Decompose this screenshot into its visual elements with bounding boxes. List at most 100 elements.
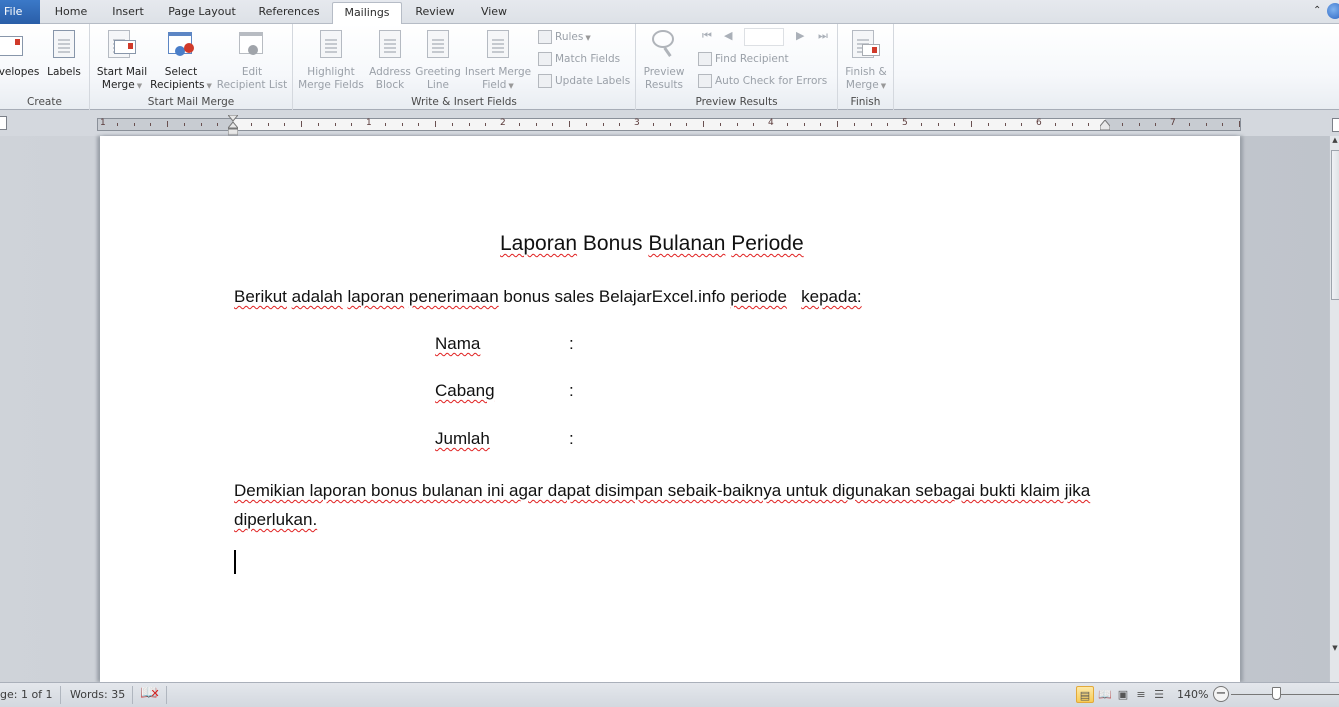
document-area: Laporan Bonus Bulanan Periode Berikut ad… xyxy=(0,136,1329,682)
address-label-1: Address xyxy=(369,66,411,78)
envelopes-label: velopes xyxy=(0,66,40,78)
draft-view-button[interactable]: ☰ xyxy=(1150,686,1168,703)
ruler-tick xyxy=(317,123,319,126)
word-count[interactable]: Words: 35 xyxy=(70,688,125,701)
minimize-ribbon-icon[interactable]: ⌃ xyxy=(1313,5,1325,17)
find-recipient-icon xyxy=(698,52,712,66)
find-recipient-label: Find Recipient xyxy=(715,53,789,65)
view-ruler-button[interactable] xyxy=(1332,118,1339,132)
next-record-icon[interactable]: ▶ xyxy=(796,29,804,42)
tab-selector-button[interactable] xyxy=(0,116,7,130)
finish-merge-button[interactable]: Finish & Merge ▼ xyxy=(840,28,892,93)
rules-button[interactable]: Rules ▼ xyxy=(538,28,591,46)
document-page[interactable]: Laporan Bonus Bulanan Periode Berikut ad… xyxy=(100,136,1240,682)
mailings-ribbon: velopes Labels Create Start Mail Merge ▼ … xyxy=(0,24,1339,110)
ruler-tick xyxy=(954,123,956,126)
ruler-tick xyxy=(719,123,721,126)
edit-recipient-list-button[interactable]: Edit Recipient List xyxy=(214,28,290,92)
finish-merge-icon xyxy=(850,28,882,60)
outline-view-button[interactable]: ≡ xyxy=(1132,686,1150,703)
record-number-input[interactable] xyxy=(744,28,784,46)
intro-word: adalah xyxy=(291,287,343,306)
insert-merge-field-icon xyxy=(482,28,514,60)
scroll-down-icon[interactable]: ▼ xyxy=(1330,644,1339,656)
ruler-tick xyxy=(1121,123,1123,126)
auto-check-errors-button[interactable]: Auto Check for Errors xyxy=(698,72,827,90)
tab-view[interactable]: View xyxy=(472,2,516,24)
dropdown-arrow-icon: ▼ xyxy=(880,82,887,90)
tab-file[interactable]: File xyxy=(0,0,40,24)
ruler-label: 6 xyxy=(1036,118,1042,128)
help-icon[interactable] xyxy=(1327,3,1339,19)
mail-merge-icon xyxy=(106,28,138,60)
ruler-tick xyxy=(384,123,386,126)
edit-recipient-list-label-2: Recipient List xyxy=(216,79,288,91)
ruler-tick xyxy=(250,123,252,126)
zoom-slider-track[interactable] xyxy=(1231,694,1339,695)
labels-label: Labels xyxy=(47,66,81,78)
tab-mailings[interactable]: Mailings xyxy=(332,2,402,25)
group-preview-results: Preview Results ⏮ ◀ ▶ ⏭ Find Recipient A… xyxy=(636,24,838,110)
previous-record-icon[interactable]: ◀ xyxy=(724,29,732,42)
ruler-tick xyxy=(1239,121,1240,127)
ruler-label: 2 xyxy=(500,118,506,128)
greeting-line-button[interactable]: Greeting Line xyxy=(413,28,463,92)
preview-results-button[interactable]: Preview Results xyxy=(638,28,690,92)
ruler-tick xyxy=(267,123,269,126)
vertical-scrollbar[interactable]: ▲ ▼ xyxy=(1329,136,1339,682)
page-count[interactable]: ge: 1 of 1 xyxy=(0,688,53,701)
status-bar: ge: 1 of 1 Words: 35 📖✕ ▤ 📖 ▣ ≡ ☰ 140% − xyxy=(0,682,1339,707)
ruler-tick xyxy=(703,121,704,127)
ruler-tick xyxy=(535,123,537,126)
select-recipients-button[interactable]: Select Recipients ▼ xyxy=(148,28,214,93)
ruler-tick xyxy=(585,123,587,126)
insert-merge-field-button[interactable]: Insert Merge Field ▼ xyxy=(463,28,533,93)
zoom-out-icon[interactable]: − xyxy=(1213,686,1229,702)
ruler-tick xyxy=(971,121,972,127)
find-recipient-button[interactable]: Find Recipient xyxy=(698,50,789,68)
tab-review[interactable]: Review xyxy=(408,2,462,24)
field-separator: : xyxy=(569,429,574,448)
first-line-indent-marker[interactable] xyxy=(228,115,238,137)
ruler-tick xyxy=(820,123,822,126)
update-labels-button[interactable]: Update Labels xyxy=(538,72,630,90)
group-write-insert-fields: Highlight Merge Fields Address Block Gre… xyxy=(293,24,636,110)
scroll-up-icon[interactable]: ▲ xyxy=(1330,136,1339,148)
intro-word: Berikut xyxy=(234,287,287,306)
first-record-icon[interactable]: ⏮ xyxy=(702,29,712,43)
last-record-icon[interactable]: ⏭ xyxy=(818,29,828,43)
ruler-tick xyxy=(284,123,286,126)
tab-insert[interactable]: Insert xyxy=(104,2,152,24)
labels-button[interactable]: Labels xyxy=(44,28,84,79)
greeting-label-1: Greeting xyxy=(415,66,461,78)
scrollbar-thumb[interactable] xyxy=(1331,150,1339,300)
ruler-tick xyxy=(1155,123,1157,126)
ruler-tick xyxy=(167,121,168,127)
address-block-button[interactable]: Address Block xyxy=(367,28,413,92)
ruler-label: 7 xyxy=(1170,118,1176,128)
start-mail-merge-button[interactable]: Start Mail Merge ▼ xyxy=(94,28,150,93)
greeting-line-icon xyxy=(422,28,454,60)
zoom-slider-thumb[interactable] xyxy=(1272,687,1281,700)
intro-word: periode xyxy=(730,287,787,306)
ruler-tick xyxy=(853,123,855,126)
ruler-tick xyxy=(1004,123,1006,126)
envelopes-button[interactable]: velopes xyxy=(0,28,42,79)
proofing-errors-icon[interactable]: 📖✕ xyxy=(140,685,160,701)
match-fields-button[interactable]: Match Fields xyxy=(538,50,620,68)
select-recipients-label-2: Recipients xyxy=(150,79,205,91)
tab-home[interactable]: Home xyxy=(48,2,94,24)
full-screen-reading-view-button[interactable]: 📖 xyxy=(1096,686,1114,703)
highlight-merge-fields-button[interactable]: Highlight Merge Fields xyxy=(297,28,365,92)
tab-page-layout[interactable]: Page Layout xyxy=(162,2,242,24)
ruler-tick xyxy=(1071,123,1073,126)
select-recipients-label-1: Select xyxy=(164,66,198,78)
tab-references[interactable]: References xyxy=(250,2,328,24)
horizontal-ruler[interactable]: 1 1 2 3 4 5 6 7 xyxy=(97,118,1241,131)
web-layout-view-button[interactable]: ▣ xyxy=(1114,686,1132,703)
ruler-tick xyxy=(669,123,671,126)
zoom-level[interactable]: 140% xyxy=(1177,688,1208,701)
right-indent-marker[interactable] xyxy=(1100,120,1110,130)
print-layout-view-button[interactable]: ▤ xyxy=(1076,686,1094,703)
ruler-tick xyxy=(401,123,403,126)
